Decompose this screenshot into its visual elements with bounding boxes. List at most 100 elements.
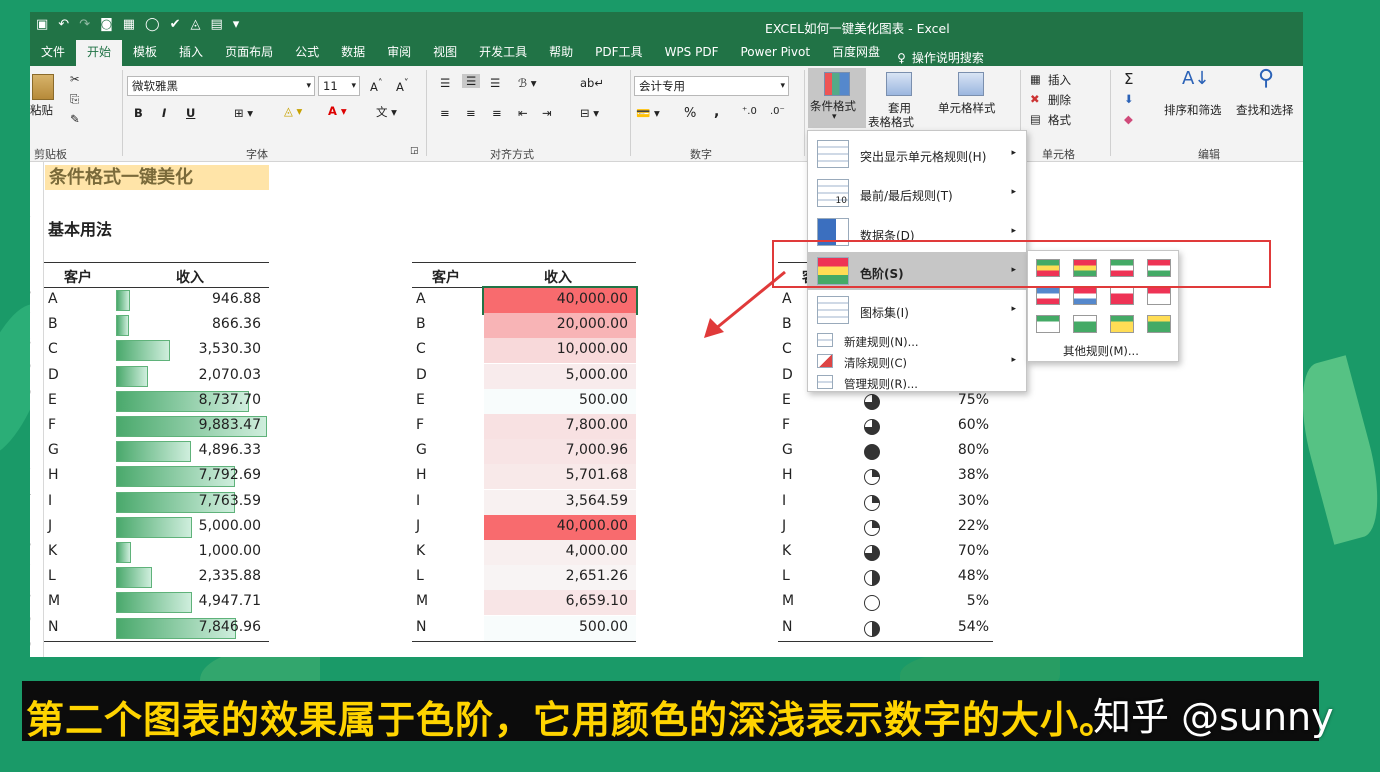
- font-size-select[interactable]: 11 ▾: [318, 76, 360, 96]
- table-row[interactable]: H 38%: [778, 464, 993, 489]
- insert-cells-icon[interactable]: ▦: [1030, 72, 1041, 86]
- tell-me-search[interactable]: ♀ 操作说明搜索: [897, 49, 984, 66]
- table-row[interactable]: E 500.00: [412, 388, 636, 414]
- table-row[interactable]: K 1,000.00: [44, 540, 269, 565]
- bold-button[interactable]: B: [134, 106, 143, 120]
- align-middle-icon[interactable]: ☰: [462, 74, 481, 88]
- paste-button[interactable]: 粘贴: [30, 102, 53, 118]
- table-icon[interactable]: ▦: [123, 17, 135, 32]
- table-row[interactable]: N 54%: [778, 616, 993, 641]
- font-color-icon[interactable]: A ▾: [328, 104, 347, 118]
- tab-view[interactable]: 视图: [422, 40, 468, 66]
- table-row[interactable]: A 40,000.00: [412, 286, 638, 315]
- color-scale-swatch[interactable]: [1147, 315, 1171, 333]
- tab-wps-pdf[interactable]: WPS PDF: [654, 40, 730, 66]
- row-number[interactable]: 5: [30, 259, 31, 272]
- percent-button[interactable]: %: [684, 106, 696, 121]
- sort-filter-icon[interactable]: A↓: [1182, 68, 1209, 89]
- save-icon[interactable]: ▣: [36, 17, 48, 32]
- table-row[interactable]: D 2,070.03: [44, 364, 269, 389]
- decrease-decimal-icon[interactable]: .0⁻: [770, 106, 785, 117]
- menu-item-clear-rules[interactable]: 清除规则(C) ▸: [808, 352, 1026, 372]
- table-row[interactable]: F 7,800.00: [412, 414, 636, 439]
- tab-power-pivot[interactable]: Power Pivot: [729, 40, 821, 66]
- row-number[interactable]: 6: [30, 537, 31, 550]
- row-number[interactable]: 4: [30, 487, 31, 500]
- tab-help[interactable]: 帮助: [538, 40, 584, 66]
- italic-button[interactable]: I: [162, 106, 166, 120]
- table-row[interactable]: D 5,000.00: [412, 363, 636, 389]
- redo-icon[interactable]: ↷: [79, 17, 90, 32]
- delete-cells-icon[interactable]: ✖: [1030, 92, 1040, 106]
- row-number[interactable]: 9: [30, 360, 31, 373]
- table-row[interactable]: J 40,000.00: [412, 514, 636, 540]
- row-number[interactable]: 7: [30, 562, 31, 575]
- number-format-select[interactable]: 会计专用 ▾: [634, 76, 789, 96]
- shrink-font-icon[interactable]: A˅: [396, 78, 409, 94]
- tab-template[interactable]: 模板: [122, 40, 168, 66]
- merge-center-icon[interactable]: ⊟ ▾: [580, 106, 599, 120]
- table-row[interactable]: J 22%: [778, 515, 993, 540]
- table-row[interactable]: G 80%: [778, 439, 993, 464]
- align-left-icon[interactable]: ≡: [440, 106, 450, 120]
- row-number[interactable]: 0: [30, 638, 31, 651]
- form-icon[interactable]: ▤: [211, 17, 223, 32]
- menu-item-manage-rules[interactable]: 管理规则(R)...: [808, 373, 1026, 393]
- table-row[interactable]: B 866.36: [44, 313, 269, 338]
- find-select-icon[interactable]: ⚲: [1258, 66, 1274, 91]
- more-rules-link[interactable]: 其他规则(M)...: [1063, 343, 1139, 359]
- undo-icon[interactable]: ↶: [58, 17, 69, 32]
- table-row[interactable]: N 500.00: [412, 615, 636, 641]
- table-row[interactable]: L 48%: [778, 565, 993, 590]
- row-number[interactable]: 8: [30, 335, 31, 348]
- row-number[interactable]: 5: [30, 512, 31, 525]
- row-number[interactable]: 0: [30, 386, 31, 399]
- table-row[interactable]: B 20,000.00: [412, 313, 636, 339]
- color-scale-swatch[interactable]: [1110, 315, 1134, 333]
- find-select-button[interactable]: 查找和选择: [1236, 102, 1294, 118]
- insert-cells-button[interactable]: 插入: [1048, 72, 1071, 88]
- menu-item-highlight-rules[interactable]: 突出显示单元格规则(H) ▸: [808, 135, 1026, 173]
- table-row[interactable]: I 7,763.59: [44, 490, 269, 515]
- table-row[interactable]: L 2,651.26: [412, 565, 636, 591]
- paste-icon[interactable]: [32, 74, 54, 100]
- table-row[interactable]: N 7,846.96: [44, 616, 269, 641]
- color-scale-swatch[interactable]: [1147, 287, 1171, 305]
- align-top-icon[interactable]: ☰: [440, 76, 450, 90]
- row-number[interactable]: 2: [30, 184, 31, 197]
- color-scale-swatch[interactable]: [1073, 315, 1097, 333]
- table-row[interactable]: G 7,000.96: [412, 439, 636, 465]
- format-painter-icon[interactable]: ✎: [70, 112, 80, 126]
- autosum-button[interactable]: Σ: [1124, 70, 1133, 88]
- row-number[interactable]: 6: [30, 285, 31, 298]
- format-as-table-label-2[interactable]: 表格格式: [868, 114, 914, 130]
- orientation-icon[interactable]: ℬ ▾: [518, 76, 536, 90]
- wrap-text-icon[interactable]: ab↵: [580, 76, 604, 90]
- grow-font-icon[interactable]: A˄: [370, 78, 383, 94]
- table-row[interactable]: M 5%: [778, 590, 993, 615]
- table-row[interactable]: C 10,000.00: [412, 338, 636, 364]
- worksheet[interactable]: 2 3 5 6 7 8 9 0 1 2 3 4 5 6 7 8 9 0 条件格式一键美化 基本用法 客户 收入 A…: [30, 162, 1303, 657]
- format-as-table-icon[interactable]: [886, 72, 912, 96]
- increase-decimal-icon[interactable]: ⁺.0: [742, 106, 757, 117]
- format-cells-icon[interactable]: ▤: [1030, 112, 1041, 126]
- tab-baidu-netdisk[interactable]: 百度网盘: [821, 40, 891, 66]
- tab-developer[interactable]: 开发工具: [468, 40, 538, 66]
- table-row[interactable]: M 4,947.71: [44, 590, 269, 615]
- table-row[interactable]: C 3,530.30: [44, 338, 269, 363]
- menu-item-top-bottom-rules[interactable]: 10 最前/最后规则(T) ▸: [808, 174, 1026, 212]
- comma-button[interactable]: ,: [714, 104, 719, 120]
- decrease-indent-icon[interactable]: ⇤: [518, 106, 528, 120]
- font-name-select[interactable]: 微软雅黑 ▾: [127, 76, 315, 96]
- fill-down-icon[interactable]: ⬇: [1124, 92, 1134, 106]
- camera-icon[interactable]: ◙: [100, 17, 113, 32]
- tab-review[interactable]: 审阅: [376, 40, 422, 66]
- fill-color-icon[interactable]: ◬ ▾: [284, 104, 302, 118]
- color-scale-swatch[interactable]: [1036, 315, 1060, 333]
- color-scale-swatch[interactable]: [1073, 287, 1097, 305]
- table-row[interactable]: H 7,792.69: [44, 464, 269, 489]
- sort-filter-button[interactable]: 排序和筛选: [1164, 102, 1222, 118]
- align-bottom-icon[interactable]: ☰: [490, 76, 500, 90]
- table-row[interactable]: A 946.88: [44, 288, 269, 313]
- delete-cells-button[interactable]: 删除: [1048, 92, 1071, 108]
